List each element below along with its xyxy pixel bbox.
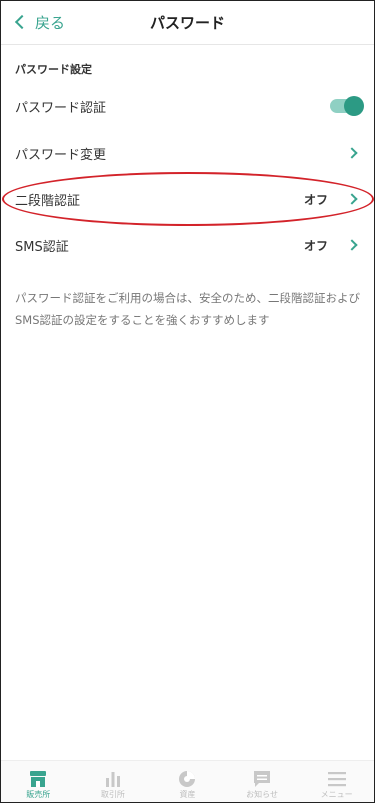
row-password-change[interactable]: パスワード変更 xyxy=(1,130,374,176)
menu-icon xyxy=(327,772,346,787)
toggle-knob xyxy=(344,96,364,116)
tab-news[interactable]: お知らせ xyxy=(225,761,300,802)
row-label: パスワード認証 xyxy=(15,100,107,116)
tab-label: メニュー xyxy=(320,790,353,799)
tab-assets[interactable]: 資産 xyxy=(150,761,225,802)
tab-label: 取引所 xyxy=(100,790,125,799)
tab-label: 資産 xyxy=(179,790,196,799)
header: 戻る パスワード xyxy=(1,1,374,45)
chevron-right-icon xyxy=(346,147,358,159)
security-note: パスワード認証をご利用の場合は、安全のため、二段階認証およびSMS認証の設定をす… xyxy=(15,291,360,327)
tab-shop[interactable]: 販売所 xyxy=(1,761,76,802)
row-two-step-auth[interactable]: 二段階認証 オフ xyxy=(1,176,374,222)
pie-chart-icon xyxy=(179,771,196,787)
row-value: オフ xyxy=(303,238,328,253)
tab-menu[interactable]: メニュー xyxy=(299,761,374,802)
row-label: SMS認証 xyxy=(15,239,69,255)
row-password-auth: パスワード認証 xyxy=(1,83,374,129)
page-title: パスワード xyxy=(149,14,225,32)
tab-exchange[interactable]: 取引所 xyxy=(76,761,151,802)
tab-label: お知らせ xyxy=(246,790,278,799)
tab-bar: 販売所 取引所 資産 お知らせ メニュー xyxy=(1,760,374,802)
chevron-right-icon xyxy=(346,239,358,251)
bar-chart-icon xyxy=(105,772,120,787)
password-settings-screen: 戻る パスワード パスワード設定 パスワード認証 パスワード変更 二段階認証 オ… xyxy=(0,0,375,803)
section-title: パスワード設定 xyxy=(15,63,92,76)
tab-label: 販売所 xyxy=(26,790,51,799)
row-label: 二段階認証 xyxy=(15,193,81,209)
row-sms-auth[interactable]: SMS認証 オフ xyxy=(1,222,374,268)
chevron-right-icon xyxy=(346,193,358,205)
message-icon xyxy=(254,771,271,787)
password-auth-toggle[interactable] xyxy=(330,96,364,116)
row-label: パスワード変更 xyxy=(15,147,107,163)
row-value: オフ xyxy=(303,192,328,207)
shop-icon xyxy=(30,771,47,787)
